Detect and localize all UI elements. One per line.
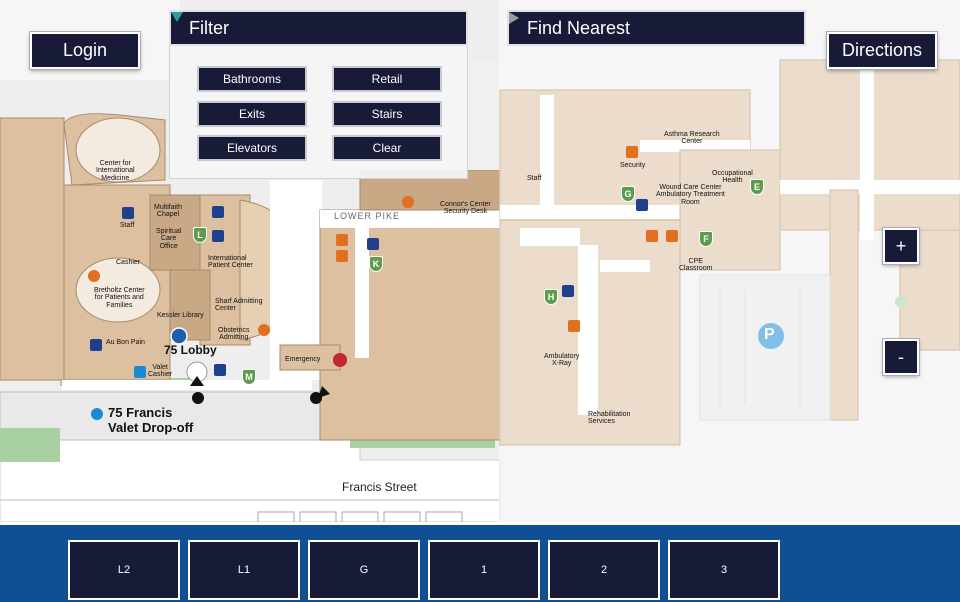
label-valet-dropoff-line2: Valet Drop-off [108, 420, 194, 435]
elevator-badge[interactable]: E [750, 179, 764, 195]
filter-clear-button[interactable]: Clear [332, 135, 442, 161]
filter-panel: Bathrooms Retail Exits Stairs Elevators … [169, 46, 468, 179]
label-ambulatory-xray: Ambulatory X-Ray [544, 353, 580, 368]
label-staff-left: Staff [120, 222, 135, 229]
restroom-icon [212, 206, 224, 218]
label-security: Security [620, 162, 646, 169]
au-bon-pain-icon [90, 339, 102, 351]
label-sharf: Sharf Admitting Center [215, 298, 263, 313]
restroom-icon [212, 230, 224, 242]
login-button[interactable]: Login [30, 32, 140, 69]
filter-stairs-button[interactable]: Stairs [332, 101, 442, 127]
label-wound-care: Wound Care Center Ambulatory Treatment R… [656, 184, 725, 206]
label-au-bon-pain: Au Bon Pain [106, 339, 145, 346]
floor-selector-bar: L2 L1 G 1 2 3 [0, 522, 960, 602]
floor-button-l1[interactable]: L1 [188, 540, 300, 600]
valet-key-icon [91, 408, 103, 420]
stairs-icon [626, 146, 638, 158]
filter-header[interactable]: Filter [169, 10, 468, 46]
label-spiritual-care: Spiritual Care Office [156, 228, 182, 250]
filter-bathrooms-button[interactable]: Bathrooms [197, 66, 307, 92]
filter-exits-button[interactable]: Exits [197, 101, 307, 127]
restroom-icon [562, 285, 574, 297]
food-icon [402, 196, 414, 208]
elevator-badge[interactable]: M [242, 369, 256, 385]
label-occupational-health: Occupational Health [712, 170, 753, 185]
elevator-badge[interactable]: G [621, 186, 635, 202]
elevator-badge[interactable]: K [369, 256, 383, 272]
restroom-icon [214, 364, 226, 376]
floor-button-3[interactable]: 3 [668, 540, 780, 600]
filter-title: Filter [189, 17, 229, 38]
stairs-icon [646, 230, 658, 242]
label-emergency: Emergency [285, 356, 321, 363]
restroom-icon [122, 207, 134, 219]
elevator-badge[interactable]: H [544, 289, 558, 305]
label-bretholtz: Bretholtz Center for Patients and Famili… [94, 287, 145, 309]
campus-map[interactable]: Center for International Medicine Staff … [0, 0, 960, 522]
label-75-lobby: 75 Lobby [164, 343, 217, 357]
restroom-icon [636, 199, 648, 211]
label-connors-center: Connor's Center Security Desk [440, 201, 491, 216]
label-rehab-services: Rehabilitation Services [588, 411, 631, 426]
label-kessler: Kessler Library [157, 312, 204, 319]
find-nearest-header[interactable]: Find Nearest [507, 10, 806, 46]
floor-button-g[interactable]: G [308, 540, 420, 600]
stairs-icon [336, 250, 348, 262]
filter-elevators-button[interactable]: Elevators [197, 135, 307, 161]
directions-button[interactable]: Directions [827, 32, 937, 69]
label-cashier: Cashier [116, 259, 141, 266]
label-asthma-research: Asthma Research Center [664, 131, 720, 146]
floor-button-l2[interactable]: L2 [68, 540, 180, 600]
label-valet-dropoff-line1: 75 Francis [108, 405, 173, 420]
floor-button-1[interactable]: 1 [428, 540, 540, 600]
restroom-icon [367, 238, 379, 250]
map-graphic [0, 0, 960, 522]
food-icon [88, 270, 100, 282]
label-lower-pike: LOWER PIKE [334, 211, 401, 221]
zoom-out-button[interactable]: - [883, 339, 919, 375]
find-nearest-title: Find Nearest [527, 17, 631, 38]
food-icon [258, 324, 270, 336]
elevator-badge[interactable]: L [193, 227, 207, 243]
label-center-intl-medicine: Center for International Medicine [96, 160, 135, 182]
label-staff-mid: Staff [527, 175, 542, 182]
stairs-icon [336, 234, 348, 246]
zoom-in-button[interactable]: + [883, 228, 919, 264]
stairs-icon [568, 320, 580, 332]
floor-button-2[interactable]: 2 [548, 540, 660, 600]
label-obstetrics: Obstetrics Admitting [218, 327, 250, 342]
label-francis-street: Francis Street [342, 480, 417, 494]
label-cpe-classroom: CPE Classroom [679, 258, 713, 273]
filter-retail-button[interactable]: Retail [332, 66, 442, 92]
valet-icon [134, 366, 146, 378]
stairs-icon [666, 230, 678, 242]
label-valet-cashier: Valet Cashier [148, 364, 173, 379]
label-multifaith-chapel: Multifaith Chapel [154, 204, 183, 219]
label-international-patient: International Patient Center [208, 255, 253, 270]
elevator-badge[interactable]: F [699, 231, 713, 247]
parking-icon: P [764, 326, 775, 343]
